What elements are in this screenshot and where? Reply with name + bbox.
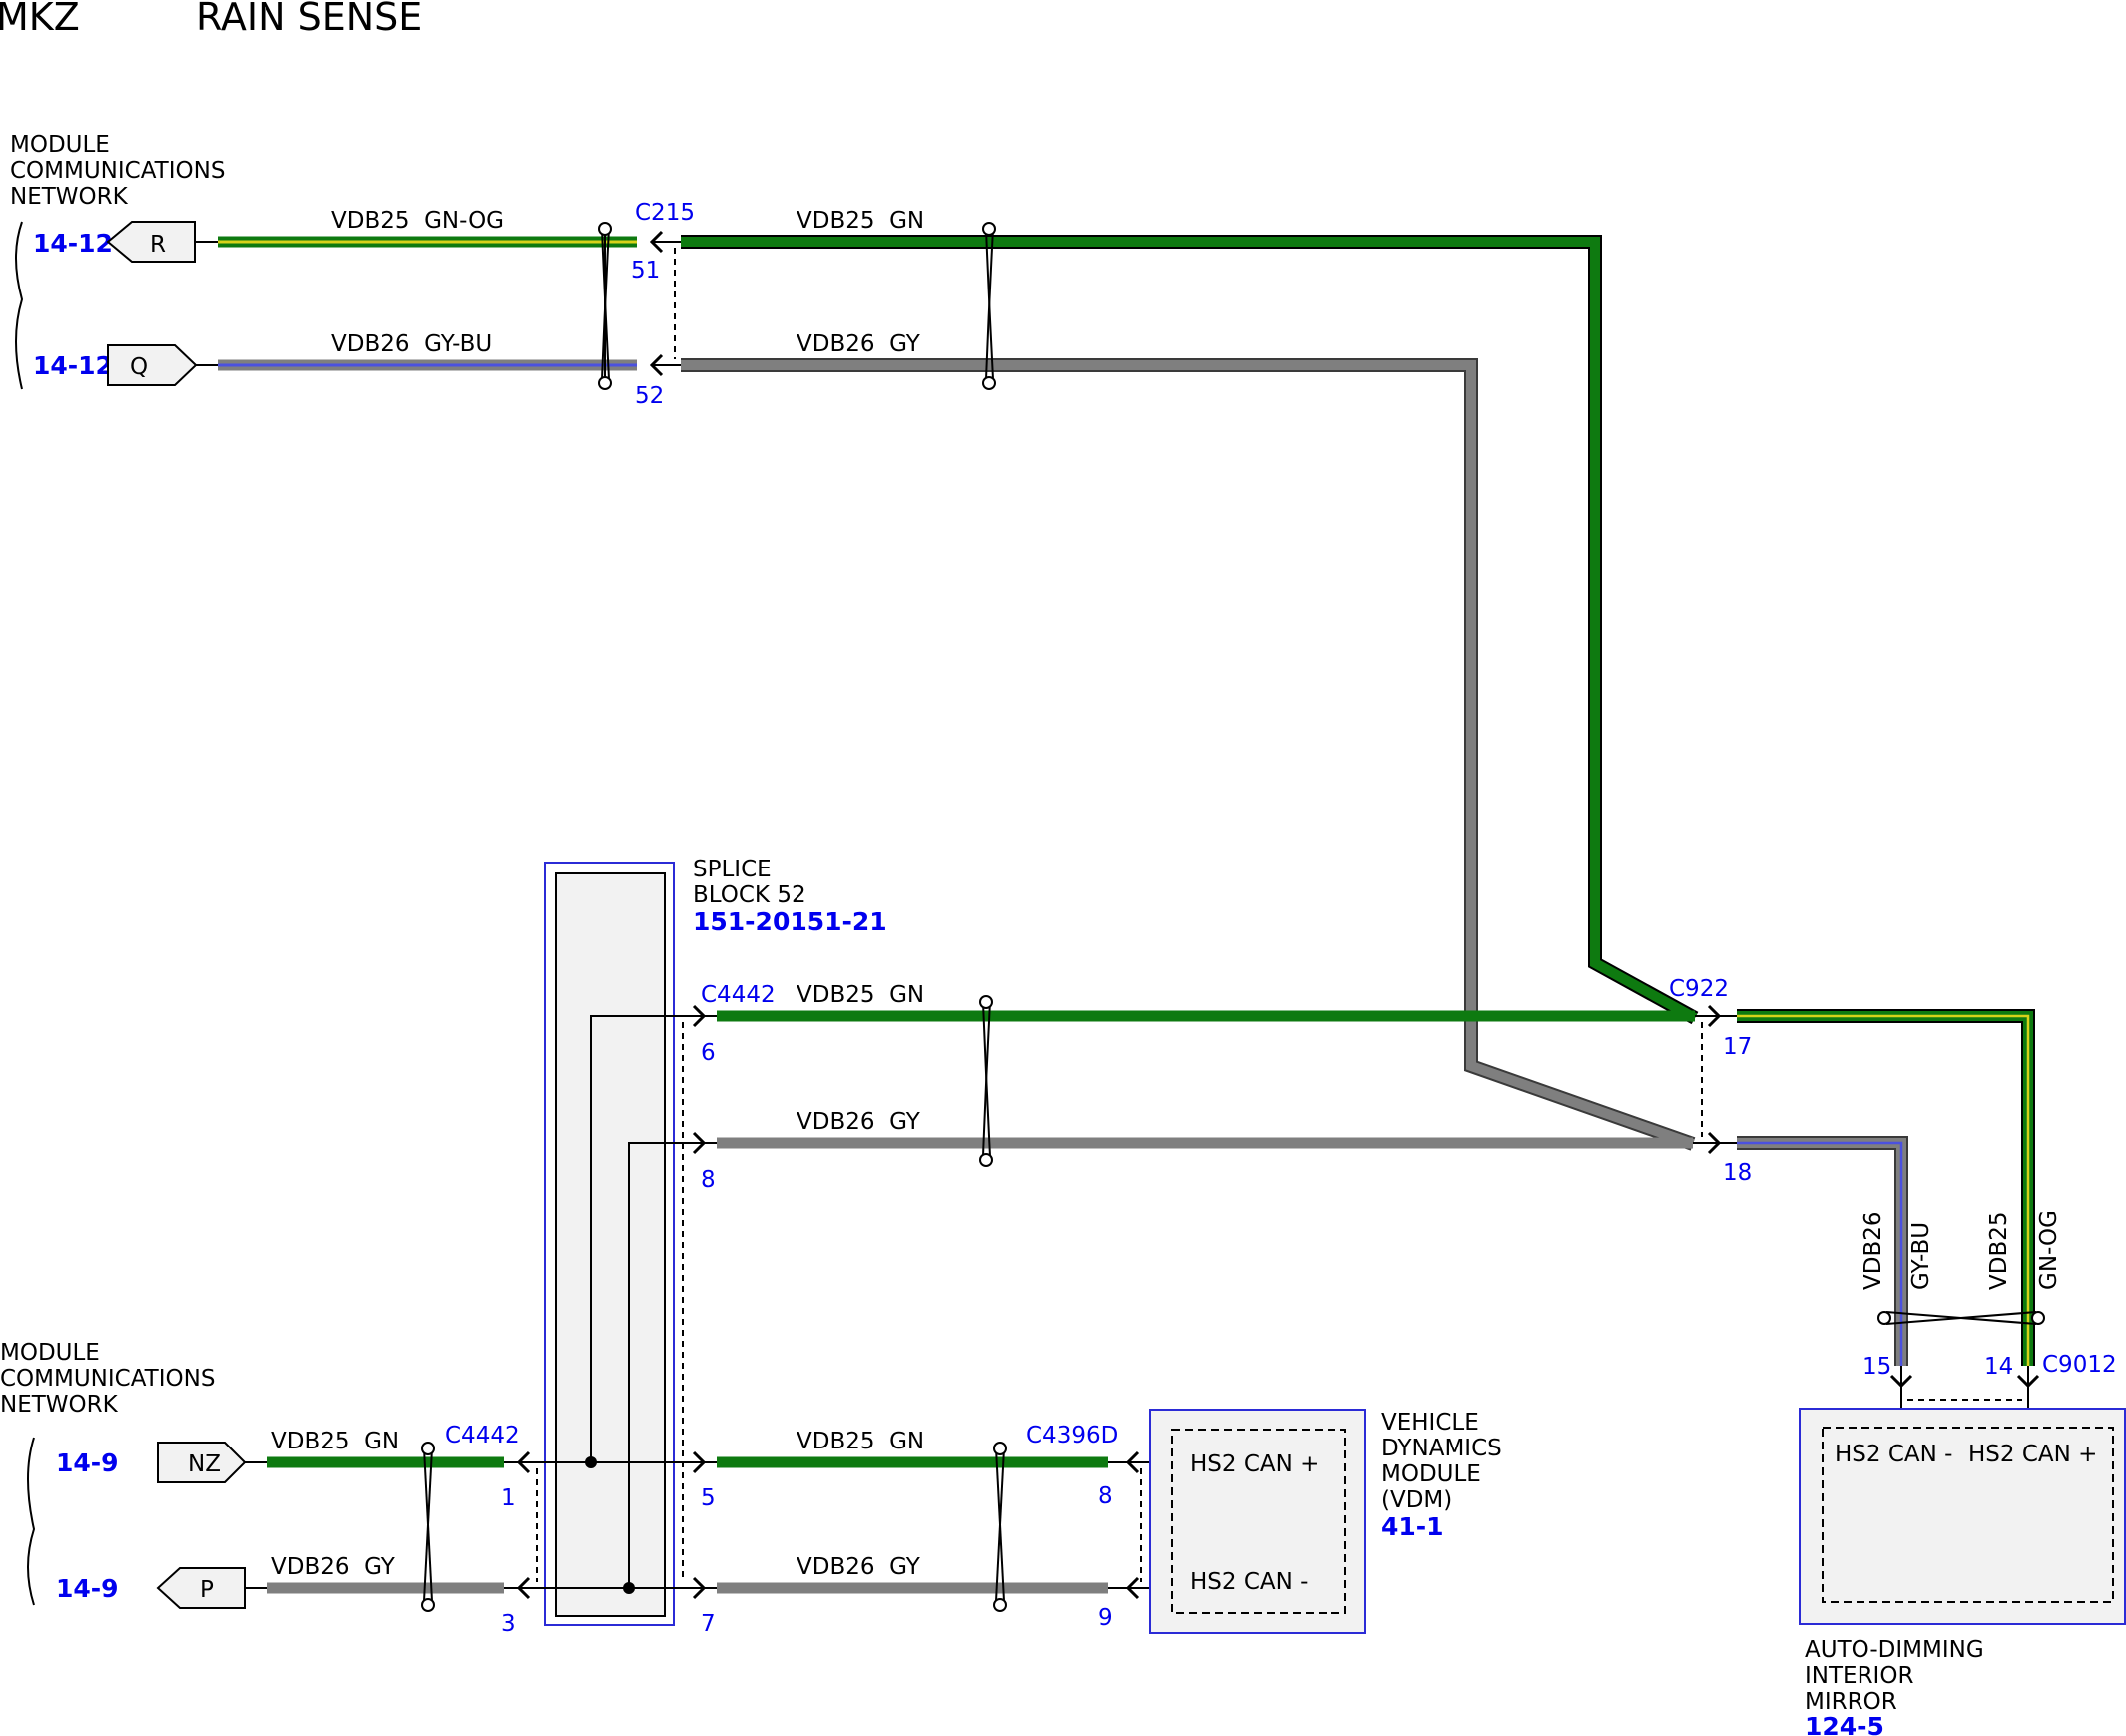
mirror-wires: VDB26 GY-BU VDB25 GN-OG	[1737, 1009, 2062, 1366]
wire-label-top-right-1: VDB25 GN	[797, 208, 924, 234]
c4396d-pin-8: 8	[1098, 1483, 1113, 1509]
wire-label-top-left-2: VDB26 GY-BU	[331, 331, 492, 357]
top-network-ref-2[interactable]: 14-12	[33, 351, 113, 380]
page-arrow-nz[interactable]: NZ	[157, 1442, 247, 1483]
wire-label-top-right-2: VDB26 GY	[797, 331, 921, 357]
splice-label-1: SPLICE	[693, 857, 772, 882]
c215-pin-52: 52	[635, 383, 664, 409]
mirror-label-2: INTERIOR	[1805, 1663, 1913, 1689]
page-arrow-r-label: R	[150, 232, 166, 258]
vdm-label-2: DYNAMICS	[1381, 1436, 1502, 1461]
wire-label-mid-1: VDB25 GN	[797, 982, 924, 1008]
wire-label-bottom-left-2: VDB26 GY	[271, 1554, 396, 1580]
wire-label-mirror-vdb26: VDB26	[1860, 1212, 1886, 1291]
splice-ref[interactable]: 151-20151-21	[693, 907, 887, 936]
wire-label-mirror-gn-og: GN-OG	[2036, 1210, 2062, 1290]
wire-label-bottom-left-1: VDB25 GN	[271, 1429, 399, 1454]
c4442-pin-8: 8	[701, 1167, 716, 1193]
top-network-line-1: MODULE	[10, 132, 110, 158]
connector-c215[interactable]: C215	[635, 200, 695, 226]
page-arrow-nz-label: NZ	[188, 1451, 221, 1477]
bottom-mid-wires: VDB25 GN VDB26 GY C4396D 8 9	[717, 1423, 1172, 1631]
page-arrow-q-label: Q	[130, 354, 148, 380]
c4442-pin-5: 5	[701, 1485, 716, 1511]
bottom-network-label: MODULE COMMUNICATIONS NETWORK 14-9 14-9 …	[0, 1340, 267, 1609]
top-network-line-3: NETWORK	[10, 184, 129, 210]
vdm-label-3: MODULE	[1381, 1461, 1481, 1487]
top-network-ref-1[interactable]: 14-12	[33, 229, 113, 258]
wire-top-gy[interactable]	[681, 360, 1695, 1149]
vehicle-dynamics-module[interactable]: HS2 CAN + HS2 CAN - VEHICLE DYNAMICS MOD…	[1149, 1409, 1502, 1634]
wire-top-gn[interactable]	[681, 237, 1698, 1023]
connector-c9012-label[interactable]: C9012	[2042, 1352, 2117, 1378]
auto-dimming-mirror[interactable]: HS2 CAN - HS2 CAN + AUTO-DIMMING INTERIO…	[1799, 1408, 2126, 1736]
mirror-pin-can-minus: HS2 CAN -	[1835, 1442, 1952, 1467]
top-network-brace	[15, 221, 24, 390]
vdm-pin-can-minus: HS2 CAN -	[1190, 1569, 1308, 1595]
bottom-network-brace	[27, 1437, 36, 1606]
c4396d-pin-9: 9	[1098, 1605, 1113, 1631]
wire-label-mid-2: VDB26 GY	[797, 1109, 921, 1135]
bottom-network-ref-1[interactable]: 14-9	[56, 1448, 119, 1477]
connector-c922-label[interactable]: C922	[1669, 976, 1729, 1002]
top-network-line-2: COMMUNICATIONS	[10, 158, 225, 184]
c9012-pin-14: 14	[1984, 1354, 2013, 1380]
c215-pin-51: 51	[631, 258, 660, 284]
splice-label-2: BLOCK 52	[693, 882, 806, 908]
c4442-pin-7: 7	[701, 1611, 716, 1637]
wire-label-bottom-mid-1: VDB25 GN	[797, 1429, 924, 1454]
page-arrow-q[interactable]: Q	[107, 344, 198, 386]
wire-label-bottom-mid-2: VDB26 GY	[797, 1554, 921, 1580]
c4442-pin-3: 3	[501, 1611, 516, 1637]
wire-top-gn-outline	[681, 235, 1699, 1025]
connector-c4442-right: C4442 6 8 5 7	[692, 982, 776, 1637]
bottom-network-ref-2[interactable]: 14-9	[56, 1574, 119, 1603]
connector-c4442-left-label[interactable]: C4442	[445, 1423, 520, 1448]
top-wires: VDB25 GN-OG VDB26 GY-BU C215 51 52 VDB25…	[218, 200, 1699, 1151]
diagram-title: RAIN SENSE	[196, 0, 422, 39]
mirror-ref[interactable]: 124-5	[1805, 1712, 1884, 1736]
wiring-diagram: MKZ RAIN SENSE MODULE COMMUNICATIONS NET…	[0, 0, 2126, 1736]
wire-label-top-left-1: VDB25 GN-OG	[331, 208, 504, 234]
splice-node-2	[623, 1582, 635, 1594]
mirror-label-1: AUTO-DIMMING	[1805, 1637, 1984, 1663]
vdm-label-4: (VDM)	[1381, 1487, 1452, 1513]
bottom-network-line-1: MODULE	[0, 1340, 100, 1366]
bottom-network-line-2: COMMUNICATIONS	[0, 1366, 215, 1392]
wire-label-mirror-gy-bu: GY-BU	[1908, 1222, 1934, 1290]
connector-c4396d-label[interactable]: C4396D	[1026, 1423, 1118, 1448]
vdm-label-1: VEHICLE	[1381, 1410, 1479, 1436]
splice-node-1	[585, 1456, 597, 1468]
c4442-pin-1: 1	[501, 1485, 516, 1511]
bottom-network-line-3: NETWORK	[0, 1392, 119, 1418]
vdm-ref[interactable]: 41-1	[1381, 1512, 1444, 1541]
top-network-label: MODULE COMMUNICATIONS NETWORK 14-12 14-1…	[10, 132, 225, 390]
c4442-pin-6: 6	[701, 1040, 716, 1066]
c9012-pin-15: 15	[1862, 1354, 1891, 1380]
bottom-left-wires: VDB25 GN VDB26 GY C4442 1 3	[267, 1423, 538, 1637]
mirror-pin-can-plus: HS2 CAN +	[1968, 1442, 2097, 1467]
wire-label-mirror-vdb25: VDB25	[1986, 1212, 2012, 1291]
page-arrow-p-label: P	[200, 1577, 214, 1603]
c922-pin-18: 18	[1723, 1160, 1752, 1186]
connector-c4442-right-label[interactable]: C4442	[701, 982, 776, 1008]
vdm-pin-can-plus: HS2 CAN +	[1190, 1451, 1319, 1477]
page-arrow-p[interactable]: P	[156, 1567, 246, 1609]
c922-pin-17: 17	[1723, 1034, 1752, 1060]
page-arrow-r[interactable]: R	[106, 221, 196, 263]
middle-wires: VDB25 GN VDB26 GY	[717, 982, 1695, 1167]
vehicle-title: MKZ	[0, 0, 80, 39]
